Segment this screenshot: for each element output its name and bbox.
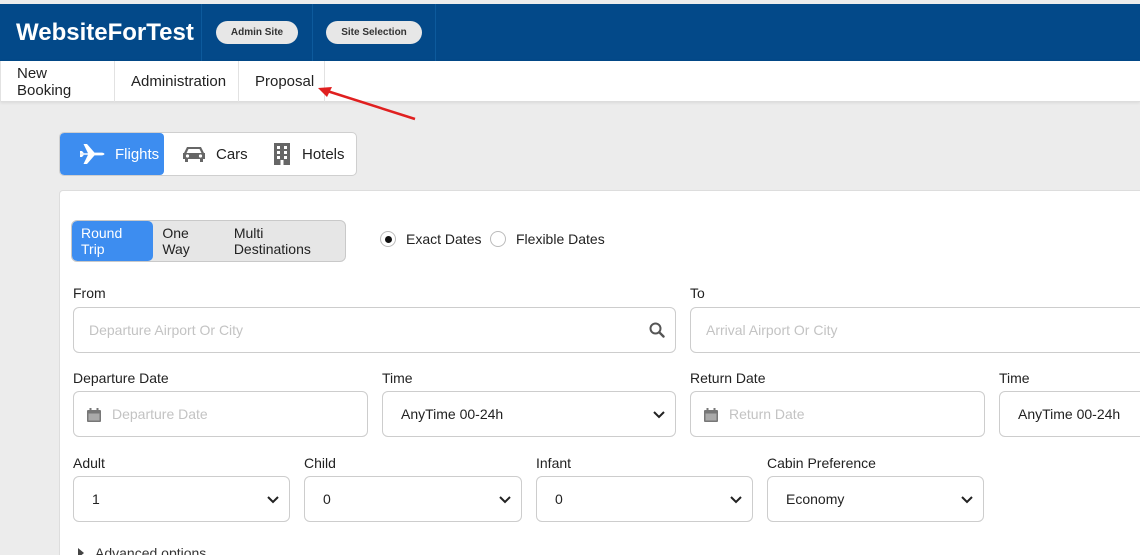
- trip-type-group: Round Trip One Way Multi Destinations: [71, 220, 346, 262]
- adult-value: 1: [92, 491, 100, 507]
- infant-value: 0: [555, 491, 563, 507]
- advanced-options-label: Advanced options: [95, 545, 207, 555]
- chevron-down-icon: [653, 411, 665, 419]
- building-icon: [274, 143, 290, 165]
- adult-label: Adult: [73, 455, 105, 471]
- plane-icon: [80, 144, 105, 164]
- tab-flights[interactable]: Flights: [60, 133, 164, 175]
- child-select[interactable]: 0: [304, 476, 522, 522]
- return-date-input[interactable]: [691, 392, 984, 436]
- cabin-preference-label: Cabin Preference: [767, 455, 876, 471]
- tab-cars[interactable]: Cars: [164, 133, 260, 175]
- advanced-options-toggle[interactable]: Advanced options: [77, 545, 206, 555]
- brand-logo[interactable]: WebsiteForTest: [0, 4, 202, 61]
- to-label: To: [690, 285, 705, 301]
- calendar-icon: [87, 408, 101, 422]
- car-icon: [183, 147, 205, 162]
- from-label: From: [73, 285, 106, 301]
- annotation-arrow-icon: [318, 87, 416, 121]
- radio-unselected-icon: [490, 231, 506, 247]
- infant-label: Infant: [536, 455, 572, 471]
- return-time-select[interactable]: AnyTime 00-24h: [999, 391, 1140, 437]
- departure-date-input[interactable]: [74, 392, 367, 436]
- chevron-down-icon: [499, 496, 511, 504]
- product-tabs: Flights Cars Hotels: [59, 132, 357, 176]
- cabin-preference-value: Economy: [786, 491, 845, 507]
- chevron-down-icon: [730, 496, 742, 504]
- one-way-button[interactable]: One Way: [153, 221, 224, 261]
- child-label: Child: [304, 455, 336, 471]
- infant-select[interactable]: 0: [536, 476, 753, 522]
- multi-destinations-button[interactable]: Multi Destinations: [225, 221, 345, 261]
- return-date-field: [690, 391, 985, 437]
- nav-item-new-booking[interactable]: New Booking: [0, 61, 115, 102]
- search-icon[interactable]: [649, 322, 665, 338]
- admin-site-button[interactable]: Admin Site: [215, 21, 299, 44]
- tab-cars-label: Cars: [216, 145, 248, 163]
- tab-flights-label: Flights: [115, 145, 160, 163]
- chevron-down-icon: [961, 496, 973, 504]
- admin-site-cell: Admin Site: [202, 4, 313, 61]
- flexible-dates-label: Flexible Dates: [516, 231, 605, 247]
- tab-hotels[interactable]: Hotels: [260, 133, 356, 175]
- adult-select[interactable]: 1: [73, 476, 290, 522]
- departure-date-label: Departure Date: [73, 370, 169, 386]
- flexible-dates-radio[interactable]: Flexible Dates: [490, 231, 605, 247]
- caret-right-icon: [78, 548, 84, 555]
- cabin-preference-select[interactable]: Economy: [767, 476, 984, 522]
- to-field: [690, 307, 1140, 353]
- to-input[interactable]: [691, 308, 1140, 352]
- tab-hotels-label: Hotels: [302, 145, 345, 163]
- exact-dates-radio[interactable]: Exact Dates: [380, 231, 481, 247]
- chevron-down-icon: [267, 496, 279, 504]
- return-date-label: Return Date: [690, 370, 766, 386]
- radio-selected-icon: [380, 231, 396, 247]
- from-field: [73, 307, 676, 353]
- exact-dates-label: Exact Dates: [406, 231, 482, 247]
- top-header: WebsiteForTest Admin Site Site Selection: [0, 4, 1140, 61]
- departure-date-field: [73, 391, 368, 437]
- return-time-label: Time: [999, 370, 1030, 386]
- main-nav: New Booking Administration Proposal: [0, 61, 1140, 102]
- departure-time-label: Time: [382, 370, 413, 386]
- calendar-icon: [704, 408, 718, 422]
- child-value: 0: [323, 491, 331, 507]
- return-time-value: AnyTime 00-24h: [1018, 406, 1121, 422]
- departure-time-select[interactable]: AnyTime 00-24h: [382, 391, 676, 437]
- site-selection-cell: Site Selection: [313, 4, 436, 61]
- from-input[interactable]: [74, 308, 675, 352]
- round-trip-button[interactable]: Round Trip: [72, 221, 154, 261]
- site-selection-button[interactable]: Site Selection: [326, 21, 422, 44]
- departure-time-value: AnyTime 00-24h: [401, 406, 504, 422]
- nav-item-administration[interactable]: Administration: [114, 61, 239, 102]
